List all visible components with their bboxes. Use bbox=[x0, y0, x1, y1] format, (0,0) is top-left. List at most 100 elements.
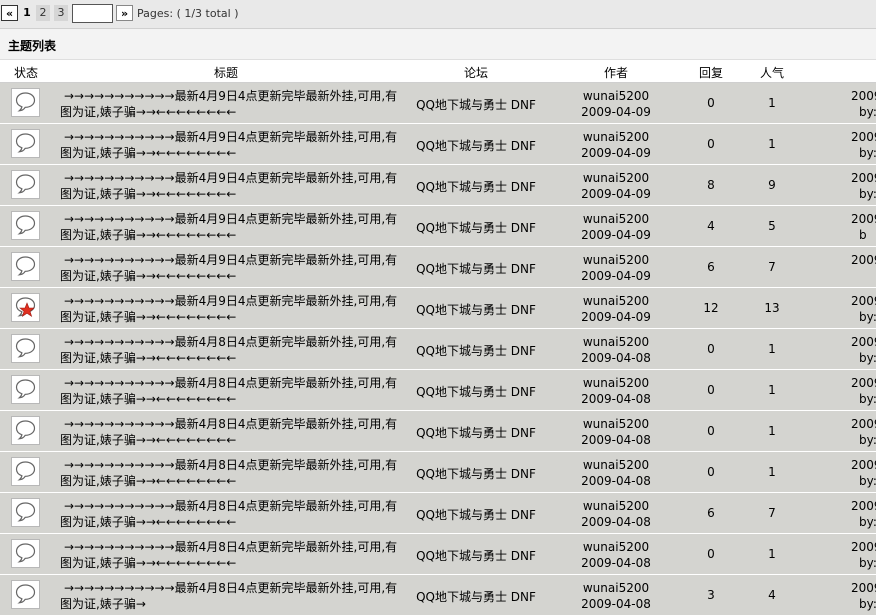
topic-forum-link[interactable]: QQ地下城与勇士 DNF bbox=[400, 588, 552, 605]
column-header-views: 人气 bbox=[759, 66, 784, 80]
author-name-link[interactable]: wunai5200 bbox=[556, 293, 676, 309]
last-post-by: by: bbox=[859, 310, 876, 324]
table-row-7: →→→→→→→→→→→最新4月8日4点更新完毕最新外挂,可用,有 图为证,婊子骗… bbox=[0, 329, 876, 370]
topic-forum-link[interactable]: QQ地下城与勇士 DNF bbox=[400, 506, 552, 523]
topic-title-link[interactable]: →→→→→→→→→→→最新4月9日4点更新完毕最新外挂,可用,有 图为证,婊子骗… bbox=[60, 211, 400, 243]
last-post-info: 2009 by: bbox=[851, 334, 876, 366]
last-post-date: 2009 bbox=[851, 540, 876, 554]
topic-title-line-2: 图为证,婊子骗→→←←←←←←←← bbox=[60, 515, 237, 529]
topic-title-line-2: 图为证,婊子骗→→←←←←←←←← bbox=[60, 228, 237, 242]
topic-forum-link[interactable]: QQ地下城与勇士 DNF bbox=[400, 137, 552, 154]
view-count: 7 bbox=[768, 506, 776, 520]
topic-title-link[interactable]: →→→→→→→→→→→最新4月9日4点更新完毕最新外挂,可用,有 图为证,婊子骗… bbox=[60, 129, 400, 161]
last-page-button[interactable]: » bbox=[116, 5, 133, 21]
column-header-replies: 回复 bbox=[698, 66, 723, 80]
view-count: 5 bbox=[768, 219, 776, 233]
section-title-bar: 主题列表 bbox=[0, 29, 876, 60]
topic-normal-icon bbox=[11, 498, 40, 527]
table-row-10: →→→→→→→→→→→最新4月8日4点更新完毕最新外挂,可用,有 图为证,婊子骗… bbox=[0, 452, 876, 493]
post-date: 2009-04-08 bbox=[581, 351, 651, 365]
reply-count: 4 bbox=[707, 219, 715, 233]
table-row-12: →→→→→→→→→→→最新4月8日4点更新完毕最新外挂,可用,有 图为证,婊子骗… bbox=[0, 534, 876, 575]
page-link-2[interactable]: 2 bbox=[36, 5, 50, 21]
topic-title-line-1: →→→→→→→→→→→最新4月9日4点更新完毕最新外挂,可用,有 bbox=[64, 294, 398, 308]
last-post-date: 2009 bbox=[851, 581, 876, 595]
topic-forum-link[interactable]: QQ地下城与勇士 DNF bbox=[400, 465, 552, 482]
author-name-link[interactable]: wunai5200 bbox=[556, 498, 676, 514]
topic-title-link[interactable]: →→→→→→→→→→→最新4月8日4点更新完毕最新外挂,可用,有 图为证,婊子骗… bbox=[60, 334, 400, 366]
author-name-link[interactable]: wunai5200 bbox=[556, 375, 676, 391]
topic-forum-link[interactable]: QQ地下城与勇士 DNF bbox=[400, 260, 552, 277]
author-name-link[interactable]: wunai5200 bbox=[556, 211, 676, 227]
last-post-date: 2009 bbox=[851, 376, 876, 390]
topic-title-link[interactable]: →→→→→→→→→→→最新4月8日4点更新完毕最新外挂,可用,有 图为证,婊子骗… bbox=[60, 539, 400, 571]
topic-forum-link[interactable]: QQ地下城与勇士 DNF bbox=[400, 178, 552, 195]
topic-forum-link[interactable]: QQ地下城与勇士 DNF bbox=[400, 424, 552, 441]
reply-count: 0 bbox=[707, 342, 715, 356]
post-date: 2009-04-08 bbox=[581, 474, 651, 488]
topic-author: wunai5200 2009-04-08 bbox=[556, 539, 676, 571]
last-post-info: 2009 by: bbox=[851, 498, 876, 530]
topic-title-link[interactable]: →→→→→→→→→→→最新4月8日4点更新完毕最新外挂,可用,有 图为证,婊子骗… bbox=[60, 498, 400, 530]
topic-title-link[interactable]: →→→→→→→→→→→最新4月9日4点更新完毕最新外挂,可用,有 图为证,婊子骗… bbox=[60, 170, 400, 202]
last-post-by: by: bbox=[859, 597, 876, 611]
topic-title-line-2: 图为证,婊子骗→→←←←←←←←← bbox=[60, 105, 237, 119]
topic-title-link[interactable]: →→→→→→→→→→→最新4月9日4点更新完毕最新外挂,可用,有 图为证,婊子骗… bbox=[60, 293, 400, 325]
topic-forum-link[interactable]: QQ地下城与勇士 DNF bbox=[400, 301, 552, 318]
post-date: 2009-04-09 bbox=[581, 269, 651, 283]
topic-title-link[interactable]: →→→→→→→→→→→最新4月9日4点更新完毕最新外挂,可用,有 图为证,婊子骗… bbox=[60, 252, 400, 284]
topic-title-link[interactable]: →→→→→→→→→→→最新4月8日4点更新完毕最新外挂,可用,有 图为证,婊子骗… bbox=[60, 375, 400, 407]
topic-normal-icon bbox=[11, 129, 40, 158]
topic-title-link[interactable]: →→→→→→→→→→→最新4月8日4点更新完毕最新外挂,可用,有 图为证,婊子骗… bbox=[60, 457, 400, 489]
topic-normal-icon bbox=[11, 539, 40, 568]
last-post-info: 2009 by: bbox=[851, 293, 876, 325]
topic-title-line-1: →→→→→→→→→→→最新4月8日4点更新完毕最新外挂,可用,有 bbox=[64, 335, 398, 349]
topic-forum-link[interactable]: QQ地下城与勇士 DNF bbox=[400, 219, 552, 236]
author-name-link[interactable]: wunai5200 bbox=[556, 580, 676, 596]
table-row-13: →→→→→→→→→→→最新4月8日4点更新完毕最新外挂,可用,有 图为证,婊子骗… bbox=[0, 575, 876, 616]
topic-forum-link[interactable]: QQ地下城与勇士 DNF bbox=[400, 342, 552, 359]
reply-count: 0 bbox=[707, 137, 715, 151]
post-date: 2009-04-08 bbox=[581, 392, 651, 406]
last-post-info: 2009 b bbox=[851, 211, 876, 243]
last-post-by: by: bbox=[859, 351, 876, 365]
author-name-link[interactable]: wunai5200 bbox=[556, 539, 676, 555]
author-name-link[interactable]: wunai5200 bbox=[556, 252, 676, 268]
author-name-link[interactable]: wunai5200 bbox=[556, 129, 676, 145]
last-post-info: 2009 by: bbox=[851, 88, 876, 120]
author-name-link[interactable]: wunai5200 bbox=[556, 457, 676, 473]
table-row-1: →→→→→→→→→→→最新4月9日4点更新完毕最新外挂,可用,有 图为证,婊子骗… bbox=[0, 83, 876, 124]
topic-forum-link[interactable]: QQ地下城与勇士 DNF bbox=[400, 96, 552, 113]
topic-forum-link[interactable]: QQ地下城与勇士 DNF bbox=[400, 383, 552, 400]
page-link-1: 1 bbox=[23, 6, 31, 19]
last-post-info: 2009 by: bbox=[851, 416, 876, 448]
author-name-link[interactable]: wunai5200 bbox=[556, 170, 676, 186]
view-count: 1 bbox=[768, 424, 776, 438]
last-post-date: 2009 bbox=[851, 417, 876, 431]
topic-title-link[interactable]: →→→→→→→→→→→最新4月8日4点更新完毕最新外挂,可用,有 图为证,婊子骗… bbox=[60, 416, 400, 448]
reply-count: 0 bbox=[707, 547, 715, 561]
page-link-3[interactable]: 3 bbox=[54, 5, 68, 21]
topic-title-link[interactable]: →→→→→→→→→→→最新4月9日4点更新完毕最新外挂,可用,有 图为证,婊子骗… bbox=[60, 88, 400, 120]
topic-title-line-1: →→→→→→→→→→→最新4月9日4点更新完毕最新外挂,可用,有 bbox=[64, 253, 398, 267]
topic-title-link[interactable]: →→→→→→→→→→→最新4月8日4点更新完毕最新外挂,可用,有 图为证,婊子骗… bbox=[60, 580, 400, 612]
topic-author: wunai5200 2009-04-08 bbox=[556, 375, 676, 407]
view-count: 4 bbox=[768, 588, 776, 602]
post-date: 2009-04-08 bbox=[581, 515, 651, 529]
page-jump-input[interactable] bbox=[72, 4, 113, 23]
first-page-button[interactable]: « bbox=[1, 5, 18, 21]
author-name-link[interactable]: wunai5200 bbox=[556, 88, 676, 104]
topic-title-line-2: 图为证,婊子骗→→←←←←←←←← bbox=[60, 556, 237, 570]
topic-title-line-1: →→→→→→→→→→→最新4月9日4点更新完毕最新外挂,可用,有 bbox=[64, 130, 398, 144]
author-name-link[interactable]: wunai5200 bbox=[556, 334, 676, 350]
topic-forum-link[interactable]: QQ地下城与勇士 DNF bbox=[400, 547, 552, 564]
table-header: 状态 标题 论坛 作者 回复 人气 bbox=[0, 60, 876, 83]
topic-title-line-2: 图为证,婊子骗→ bbox=[60, 597, 146, 611]
last-post-by: by: bbox=[859, 146, 876, 160]
topic-normal-icon bbox=[11, 88, 40, 117]
author-name-link[interactable]: wunai5200 bbox=[556, 416, 676, 432]
post-date: 2009-04-08 bbox=[581, 597, 651, 611]
last-post-date: 2009 bbox=[851, 89, 876, 103]
view-count: 9 bbox=[768, 178, 776, 192]
reply-count: 6 bbox=[707, 506, 715, 520]
